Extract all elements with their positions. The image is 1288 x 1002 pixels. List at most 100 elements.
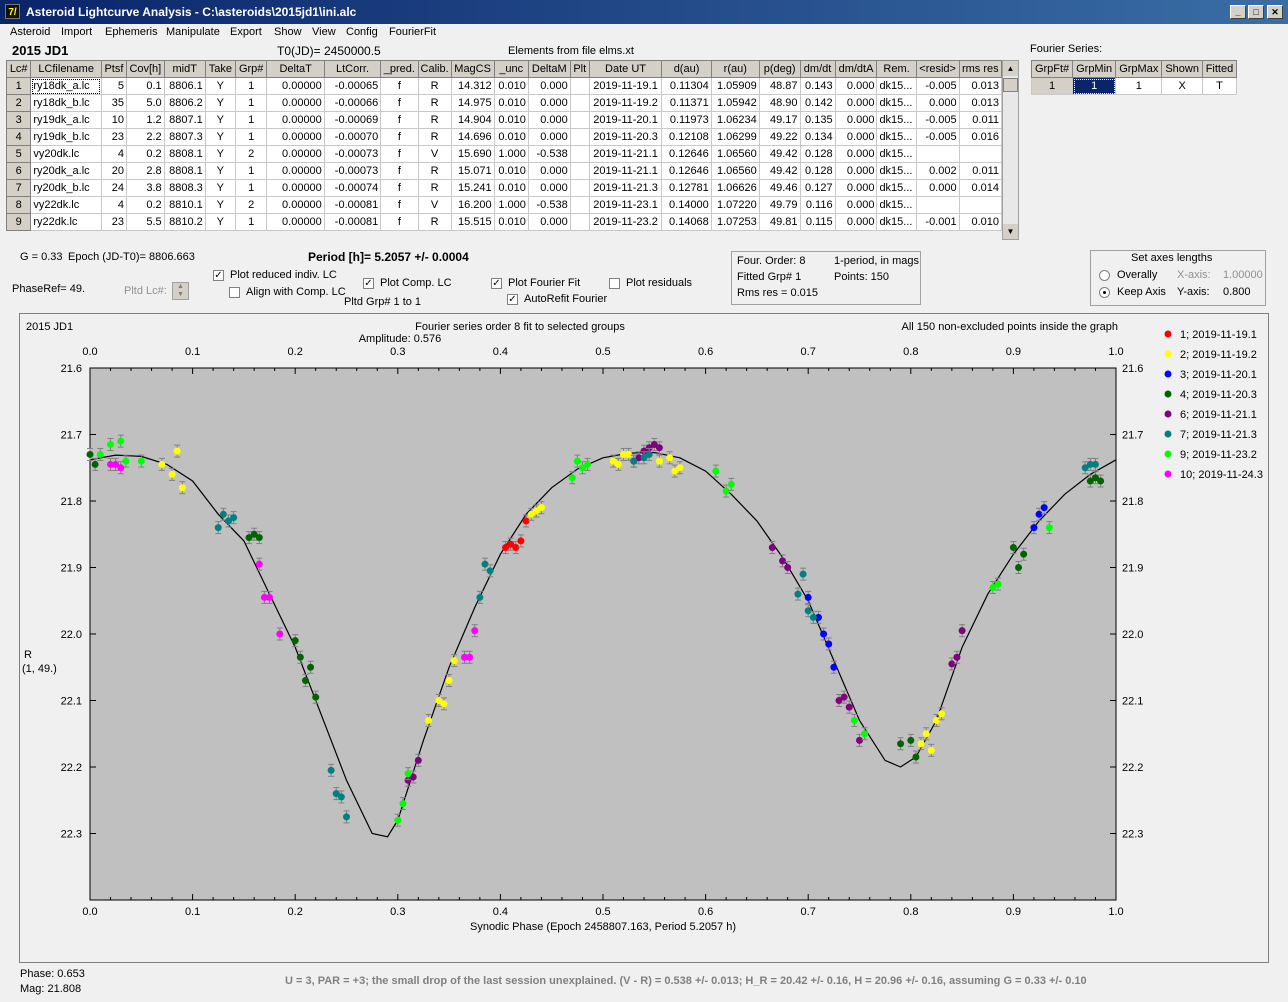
table-cell[interactable]: ry19dk_b.lc [30, 128, 102, 146]
y-axis-value[interactable]: 0.800 [1223, 286, 1251, 298]
x-axis-value[interactable]: 1.00000 [1223, 269, 1263, 281]
table-cell[interactable]: 0.1 [126, 77, 165, 95]
table-cell[interactable]: 1.06626 [710, 179, 760, 197]
table-cell[interactable]: 0.2 [126, 145, 165, 163]
table-cell[interactable]: 8806.2 [163, 94, 206, 112]
table-cell[interactable]: 2019-11-21.1 [588, 162, 663, 180]
column-header[interactable]: _pred. [380, 60, 419, 78]
fourier-column-header[interactable]: GrpMax [1115, 60, 1163, 78]
table-cell[interactable] [569, 213, 590, 231]
table-cell[interactable]: -0.00074 [323, 179, 382, 197]
table-cell[interactable]: 2019-11-23.1 [588, 196, 663, 214]
table-cell[interactable]: 0.135 [799, 111, 836, 129]
table-cell[interactable]: 1 [234, 128, 268, 146]
fourier-cell[interactable]: 1 [1072, 77, 1117, 95]
table-cell[interactable]: 2.8 [126, 162, 165, 180]
table-row[interactable]: 8 vy22dk.lc 4 0.2 8810.1 Y 2 0.00000 -0.00081 f V 1… [5, 196, 1003, 214]
table-cell[interactable]: 0.000 [834, 94, 878, 112]
table-cell[interactable]: 49.79 [758, 196, 801, 214]
table-cell[interactable]: 0.2 [126, 196, 165, 214]
table-row[interactable]: 2 ry18dk_b.lc 35 5.0 8806.2 Y 1 0.00000 -0.00066… [5, 94, 1003, 112]
menu-show[interactable]: Show [274, 26, 302, 38]
table-cell[interactable]: 0.134 [799, 128, 836, 146]
plot-residuals-checkbox[interactable] [609, 278, 620, 289]
table-cell[interactable]: 2019-11-21.1 [588, 145, 663, 163]
column-header[interactable]: _unc [493, 60, 529, 78]
table-cell[interactable]: 0.00000 [266, 196, 325, 214]
table-cell[interactable] [915, 196, 960, 214]
overall-radio[interactable] [1099, 270, 1110, 281]
table-cell[interactable]: 8807.1 [163, 111, 206, 129]
table-cell[interactable]: -0.00070 [323, 128, 382, 146]
menu-view[interactable]: View [312, 26, 336, 38]
fourier-column-header[interactable]: Shown [1161, 60, 1203, 78]
table-cell[interactable]: 0.12646 [661, 162, 712, 180]
plot-reduced-checkbox[interactable]: ✓ [213, 270, 224, 281]
table-cell[interactable]: 0.011 [958, 111, 1003, 129]
pltd-lc-spinner[interactable]: ▲ ▼ [172, 282, 189, 300]
table-cell[interactable]: V [417, 145, 452, 163]
table-row[interactable]: 7 ry20dk_b.lc 24 3.8 8808.3 Y 1 0.00000 -0.00074… [5, 179, 1003, 197]
lightcurve-plot-frame[interactable]: 0.0 0.0 0.1 0.1 0.2 0.2 0.3 0.3 0.4 0.4 0.5 0.5 0.6 0… [19, 313, 1269, 963]
column-header[interactable]: rms res [958, 60, 1003, 78]
table-cell[interactable]: -0.001 [915, 213, 960, 231]
table-cell[interactable]: 23 [100, 128, 128, 146]
table-scrollbar[interactable]: ▲ ▼ [1002, 60, 1019, 240]
table-cell[interactable]: 1.05942 [710, 94, 760, 112]
table-cell[interactable]: ry18dk_a.lc [30, 77, 102, 95]
table-cell[interactable]: 0.000 [834, 145, 878, 163]
table-cell[interactable]: 48.90 [758, 94, 801, 112]
table-cell[interactable]: Y [204, 179, 236, 197]
table-cell[interactable]: V [417, 196, 452, 214]
menu-import[interactable]: Import [61, 26, 92, 38]
table-cell[interactable]: 0.00000 [266, 94, 325, 112]
table-cell[interactable]: 1.06560 [710, 145, 760, 163]
menu-export[interactable]: Export [230, 26, 262, 38]
table-cell[interactable]: 0.12646 [661, 145, 712, 163]
column-header[interactable]: p(deg) [758, 60, 801, 78]
table-cell[interactable]: 0.010 [493, 179, 529, 197]
table-cell[interactable]: -0.00081 [323, 213, 382, 231]
table-cell[interactable]: 0.128 [799, 145, 836, 163]
table-cell[interactable]: -0.538 [527, 145, 571, 163]
column-header[interactable]: Ptsf [100, 60, 128, 78]
table-cell[interactable]: 14.975 [450, 94, 495, 112]
menu-asteroid[interactable]: Asteroid [10, 26, 50, 38]
table-cell[interactable]: 49.42 [758, 162, 801, 180]
table-cell[interactable]: dk15... [876, 145, 917, 163]
table-cell[interactable]: f [380, 77, 419, 95]
table-cell[interactable]: 49.46 [758, 179, 801, 197]
table-cell[interactable]: 14.696 [450, 128, 495, 146]
table-cell[interactable] [569, 196, 590, 214]
table-cell[interactable]: 10 [100, 111, 128, 129]
table-cell[interactable]: 0.00000 [266, 213, 325, 231]
table-cell[interactable]: 1 [234, 179, 268, 197]
table-cell[interactable]: ry20dk_b.lc [30, 179, 102, 197]
table-row[interactable]: 1 ry18dk_a.lc 5 0.1 8806.1 Y 1 0.00000 -0.00065 f… [5, 77, 1003, 95]
table-cell[interactable]: 1 [5, 77, 32, 95]
table-cell[interactable]: ry20dk_a.lc [30, 162, 102, 180]
table-cell[interactable]: -0.538 [527, 196, 571, 214]
lightcurve-plot[interactable]: 0.0 0.0 0.1 0.1 0.2 0.2 0.3 0.3 0.4 0.4 0.5 0.5 0.6 0… [20, 314, 1268, 962]
table-cell[interactable]: 0.00000 [266, 162, 325, 180]
table-cell[interactable]: 2.2 [126, 128, 165, 146]
column-header[interactable]: Cov[h] [126, 60, 165, 78]
table-cell[interactable]: 1.000 [493, 145, 529, 163]
table-cell[interactable]: -0.005 [915, 128, 960, 146]
table-cell[interactable]: 0.000 [915, 179, 960, 197]
table-cell[interactable]: 0.12781 [661, 179, 712, 197]
table-cell[interactable]: 15.241 [450, 179, 495, 197]
table-cell[interactable]: 8808.1 [163, 145, 206, 163]
table-cell[interactable]: 49.81 [758, 213, 801, 231]
table-cell[interactable]: 0.000 [527, 128, 571, 146]
table-cell[interactable]: 0.010 [493, 162, 529, 180]
column-header[interactable]: LCfilename [30, 60, 102, 78]
table-cell[interactable]: Y [204, 111, 236, 129]
table-cell[interactable]: 0.000 [527, 111, 571, 129]
column-header[interactable]: DeltaM [527, 60, 571, 78]
table-cell[interactable]: 0.00000 [266, 111, 325, 129]
table-cell[interactable]: 0.000 [834, 196, 878, 214]
column-header[interactable]: r(au) [710, 60, 760, 78]
table-cell[interactable]: 1.05909 [710, 77, 760, 95]
keep-axis-radio[interactable] [1099, 287, 1110, 298]
